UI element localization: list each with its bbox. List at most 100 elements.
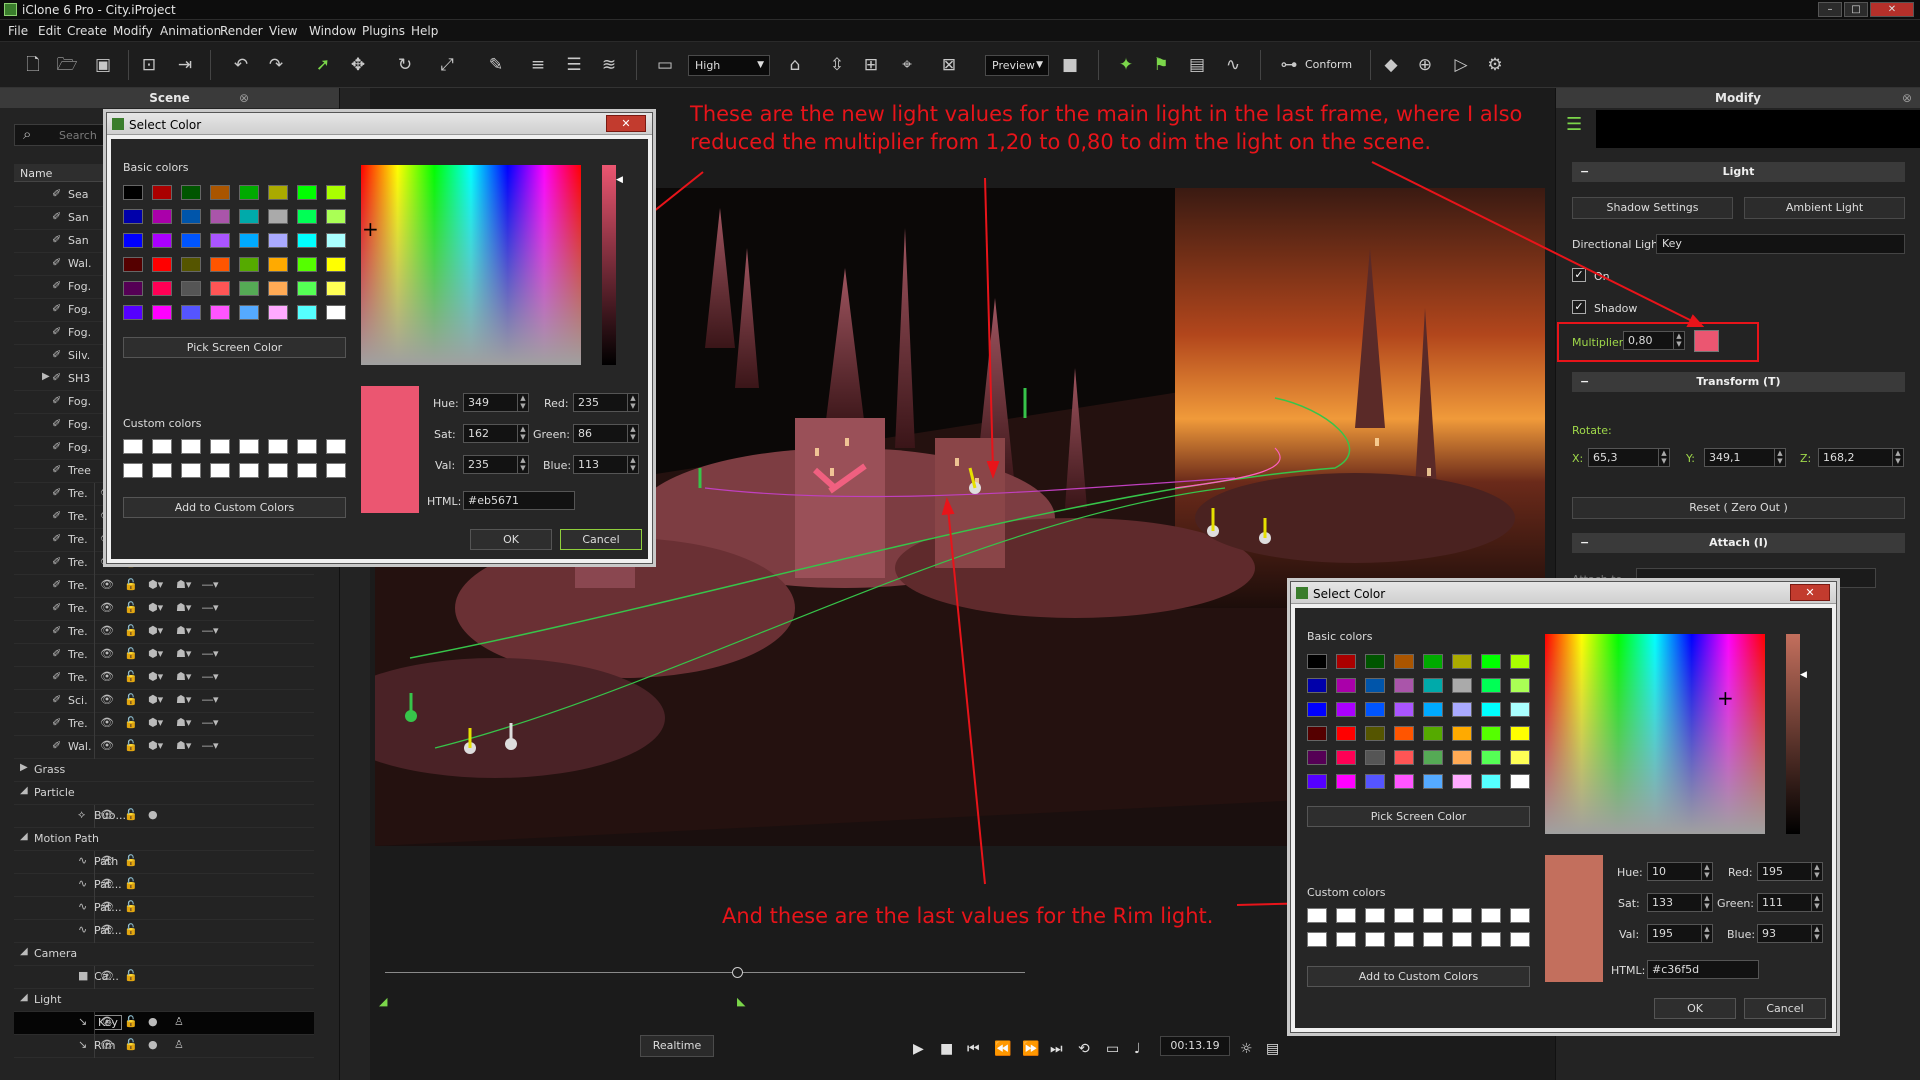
basic-color-swatch[interactable] xyxy=(239,305,259,320)
visibility-eye-icon[interactable]: 👁 xyxy=(100,624,114,637)
menu-animation[interactable]: Animation xyxy=(160,24,221,38)
cube-icon[interactable]: ⬢▾ xyxy=(148,670,163,683)
basic-color-swatch[interactable] xyxy=(1394,702,1414,717)
maximize-button[interactable]: □ xyxy=(1844,2,1868,17)
menu-help[interactable]: Help xyxy=(411,24,438,38)
blue-input[interactable]: 113 ▲ ▼ xyxy=(573,455,639,474)
timeline-start-marker[interactable]: ◢ xyxy=(379,995,387,1008)
add-custom-colors-button[interactable]: Add to Custom Colors xyxy=(1307,966,1530,987)
directional-light-field[interactable]: Key xyxy=(1656,234,1905,254)
cube-icon[interactable]: ⬢▾ xyxy=(148,601,163,614)
custom-color-swatch[interactable] xyxy=(1336,932,1356,947)
basic-color-swatch[interactable] xyxy=(152,209,172,224)
next-key-icon[interactable]: ⏭ xyxy=(1050,1041,1063,1057)
path-icon[interactable]: ∿ xyxy=(1222,54,1244,76)
lock-icon[interactable]: 🔓 xyxy=(124,716,138,729)
basic-color-swatch[interactable] xyxy=(152,257,172,272)
basic-color-swatch[interactable] xyxy=(1365,726,1385,741)
sat-input[interactable]: 162 ▲ ▼ xyxy=(463,424,529,443)
custom-color-swatch[interactable] xyxy=(210,463,230,478)
shadow-settings-button[interactable]: Shadow Settings xyxy=(1572,197,1733,219)
fit-all-icon[interactable]: ⊞ xyxy=(860,54,882,76)
lock-icon[interactable]: 🔓 xyxy=(124,969,138,982)
minimize-button[interactable]: – xyxy=(1818,2,1842,17)
lock-icon[interactable]: 🔓 xyxy=(124,900,138,913)
line-icon[interactable]: ―▾ xyxy=(202,716,219,729)
menu-view[interactable]: View xyxy=(269,24,297,38)
red-input[interactable]: 195 ▲ ▼ xyxy=(1757,862,1823,881)
shadow-icon[interactable]: ☗▾ xyxy=(176,716,191,729)
rotate-z-input[interactable]: 168,2 ▲ ▼ xyxy=(1818,448,1904,467)
attach-section-header[interactable]: − Attach (I) xyxy=(1572,533,1905,553)
basic-color-swatch[interactable] xyxy=(210,209,230,224)
lock-icon[interactable]: 🔓 xyxy=(124,1038,138,1051)
stop-icon[interactable]: ■ xyxy=(940,1041,953,1057)
basic-color-swatch[interactable] xyxy=(1452,750,1472,765)
rotate-y-input[interactable]: 349,1 ▲ ▼ xyxy=(1704,448,1786,467)
basic-color-swatch[interactable] xyxy=(1481,750,1501,765)
expand-arrow-icon[interactable]: ◢ xyxy=(20,831,28,842)
basic-color-swatch[interactable] xyxy=(210,281,230,296)
basic-color-swatch[interactable] xyxy=(152,233,172,248)
basic-color-swatch[interactable] xyxy=(181,281,201,296)
shadow-icon[interactable]: ☗▾ xyxy=(176,739,191,752)
basic-color-swatch[interactable] xyxy=(1394,726,1414,741)
basic-color-swatch[interactable] xyxy=(1336,774,1356,789)
pick-screen-color-button[interactable]: Pick Screen Color xyxy=(123,337,346,358)
basic-color-swatch[interactable] xyxy=(1423,678,1443,693)
blue-input[interactable]: 93 ▲ ▼ xyxy=(1757,924,1823,943)
scene-item[interactable]: ✐ Tre. 👁 🔓 ⬢▾ ☗▾ ―▾ xyxy=(14,575,314,598)
basic-color-swatch[interactable] xyxy=(181,209,201,224)
select-arrow-icon[interactable]: ➚ xyxy=(312,54,334,76)
basic-color-swatch[interactable] xyxy=(297,209,317,224)
basic-color-swatch[interactable] xyxy=(1365,654,1385,669)
expand-arrow-icon[interactable]: ◢ xyxy=(20,992,28,1003)
panel-close-icon[interactable]: ⊗ xyxy=(1902,88,1912,108)
basic-color-swatch[interactable] xyxy=(239,209,259,224)
timeline-end-marker[interactable]: ◣ xyxy=(737,995,745,1008)
expand-arrow-icon[interactable]: ▶ xyxy=(20,762,28,773)
html-input[interactable]: #eb5671 xyxy=(463,491,575,510)
lock-icon[interactable]: 🔓 xyxy=(124,647,138,660)
basic-color-swatch[interactable] xyxy=(297,185,317,200)
subtitle-icon[interactable]: ▭ xyxy=(1106,1041,1119,1057)
visibility-eye-icon[interactable]: 👁 xyxy=(100,808,114,821)
custom-color-swatch[interactable] xyxy=(326,439,346,454)
basic-color-swatch[interactable] xyxy=(1510,750,1530,765)
visibility-eye-icon[interactable]: 👁 xyxy=(100,1038,114,1051)
add-custom-colors-button[interactable]: Add to Custom Colors xyxy=(123,497,346,518)
scene-item[interactable]: ✐ Tre. 👁 🔓 ⬢▾ ☗▾ ―▾ xyxy=(14,644,314,667)
ambient-light-button[interactable]: Ambient Light xyxy=(1744,197,1905,219)
basic-color-swatch[interactable] xyxy=(123,209,143,224)
basic-color-swatch[interactable] xyxy=(1423,654,1443,669)
custom-color-swatch[interactable] xyxy=(181,463,201,478)
menu-create[interactable]: Create xyxy=(67,24,107,38)
basic-color-swatch[interactable] xyxy=(181,305,201,320)
basic-color-swatch[interactable] xyxy=(297,281,317,296)
basic-color-swatch[interactable] xyxy=(1307,654,1327,669)
dot-icon[interactable]: ● xyxy=(148,1038,158,1051)
cube-icon[interactable]: ⬢▾ xyxy=(148,647,163,660)
custom-color-swatch[interactable] xyxy=(1394,908,1414,923)
line-icon[interactable]: ―▾ xyxy=(202,647,219,660)
custom-color-swatch[interactable] xyxy=(152,463,172,478)
basic-color-swatch[interactable] xyxy=(326,281,346,296)
scene-item[interactable]: ✐ Tre. 👁 🔓 ⬢▾ ☗▾ ―▾ xyxy=(14,667,314,690)
basic-color-swatch[interactable] xyxy=(268,233,288,248)
basic-color-swatch[interactable] xyxy=(326,209,346,224)
hue-input[interactable]: 10 ▲ ▼ xyxy=(1647,862,1713,881)
undo-icon[interactable]: ↶ xyxy=(230,54,252,76)
val-input[interactable]: 235 ▲ ▼ xyxy=(463,455,529,474)
basic-color-swatch[interactable] xyxy=(297,233,317,248)
basic-color-swatch[interactable] xyxy=(152,281,172,296)
value-slider-handle[interactable]: ◀ xyxy=(616,175,623,185)
visibility-eye-icon[interactable]: 👁 xyxy=(100,1015,114,1028)
scene-item[interactable]: ✐ Sci. 👁 🔓 ⬢▾ ☗▾ ―▾ xyxy=(14,690,314,713)
scale-icon[interactable]: ⤢ xyxy=(436,54,458,76)
path-item[interactable]: ∿ Pat... 👁 🔓 xyxy=(14,897,314,920)
menu-window[interactable]: Window xyxy=(309,24,356,38)
wind-icon[interactable]: ≋ xyxy=(598,54,620,76)
basic-color-swatch[interactable] xyxy=(239,185,259,200)
basic-color-swatch[interactable] xyxy=(1481,774,1501,789)
lock-icon[interactable]: 🔓 xyxy=(124,877,138,890)
